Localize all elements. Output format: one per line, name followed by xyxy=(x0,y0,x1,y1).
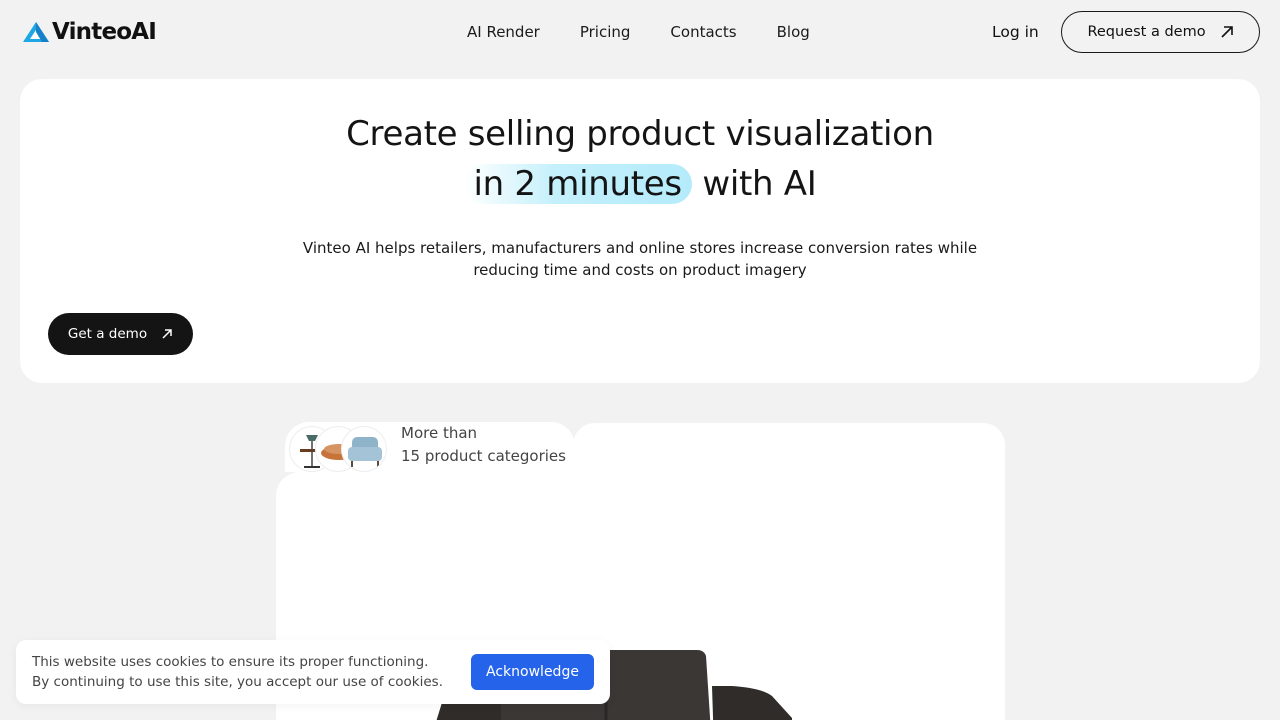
armchair-icon xyxy=(348,437,382,467)
logo-text: VinteoAI xyxy=(52,19,157,45)
armchair-thumbnail xyxy=(341,426,387,472)
hero-card: Create selling product visualization in … xyxy=(20,79,1260,383)
cookie-line1: This website uses cookies to ensure its … xyxy=(32,654,429,670)
hero-subtitle-line2: reducing time and costs on product image… xyxy=(473,261,807,279)
get-demo-label: Get a demo xyxy=(67,326,148,342)
hero-subtitle: Vinteo AI helps retailers, manufacturers… xyxy=(290,237,990,281)
categories-badge: More than 15 product categories xyxy=(285,422,575,472)
cookie-line2: By continuing to use this site, you acce… xyxy=(32,674,443,690)
hero-title-line1: Create selling product visualization xyxy=(346,114,934,154)
hero-title-highlight: in 2 minutes xyxy=(463,164,692,204)
categories-line2: 15 product categories xyxy=(401,447,566,465)
cookie-banner: This website uses cookies to ensure its … xyxy=(16,640,610,704)
nav-ai-render[interactable]: AI Render xyxy=(467,20,540,44)
site-header: VinteoAI AI Render Pricing Contacts Blog… xyxy=(0,0,1280,64)
categories-text: More than 15 product categories xyxy=(401,422,566,468)
cookie-message: This website uses cookies to ensure its … xyxy=(32,652,443,692)
nav-contacts[interactable]: Contacts xyxy=(670,20,736,44)
acknowledge-button[interactable]: Acknowledge xyxy=(471,654,594,690)
request-demo-button[interactable]: Request a demo xyxy=(1061,11,1260,53)
arrow-up-right-icon xyxy=(162,329,172,339)
categories-line1: More than xyxy=(401,424,478,442)
main-nav: AI Render Pricing Contacts Blog xyxy=(467,20,810,44)
hero-title-rest: with AI xyxy=(702,164,817,204)
hero-subtitle-line1: Vinteo AI helps retailers, manufacturers… xyxy=(302,239,978,257)
vinteo-logo[interactable]: VinteoAI xyxy=(22,18,157,46)
login-link[interactable]: Log in xyxy=(992,20,1039,44)
nav-pricing[interactable]: Pricing xyxy=(580,20,631,44)
nav-blog[interactable]: Blog xyxy=(777,20,810,44)
arrow-up-right-icon xyxy=(1220,26,1233,38)
request-demo-label: Request a demo xyxy=(1087,24,1206,40)
logo-triangle-icon xyxy=(23,22,49,42)
get-demo-button[interactable]: Get a demo xyxy=(48,313,193,355)
hero-title: Create selling product visualization in … xyxy=(20,109,1260,209)
